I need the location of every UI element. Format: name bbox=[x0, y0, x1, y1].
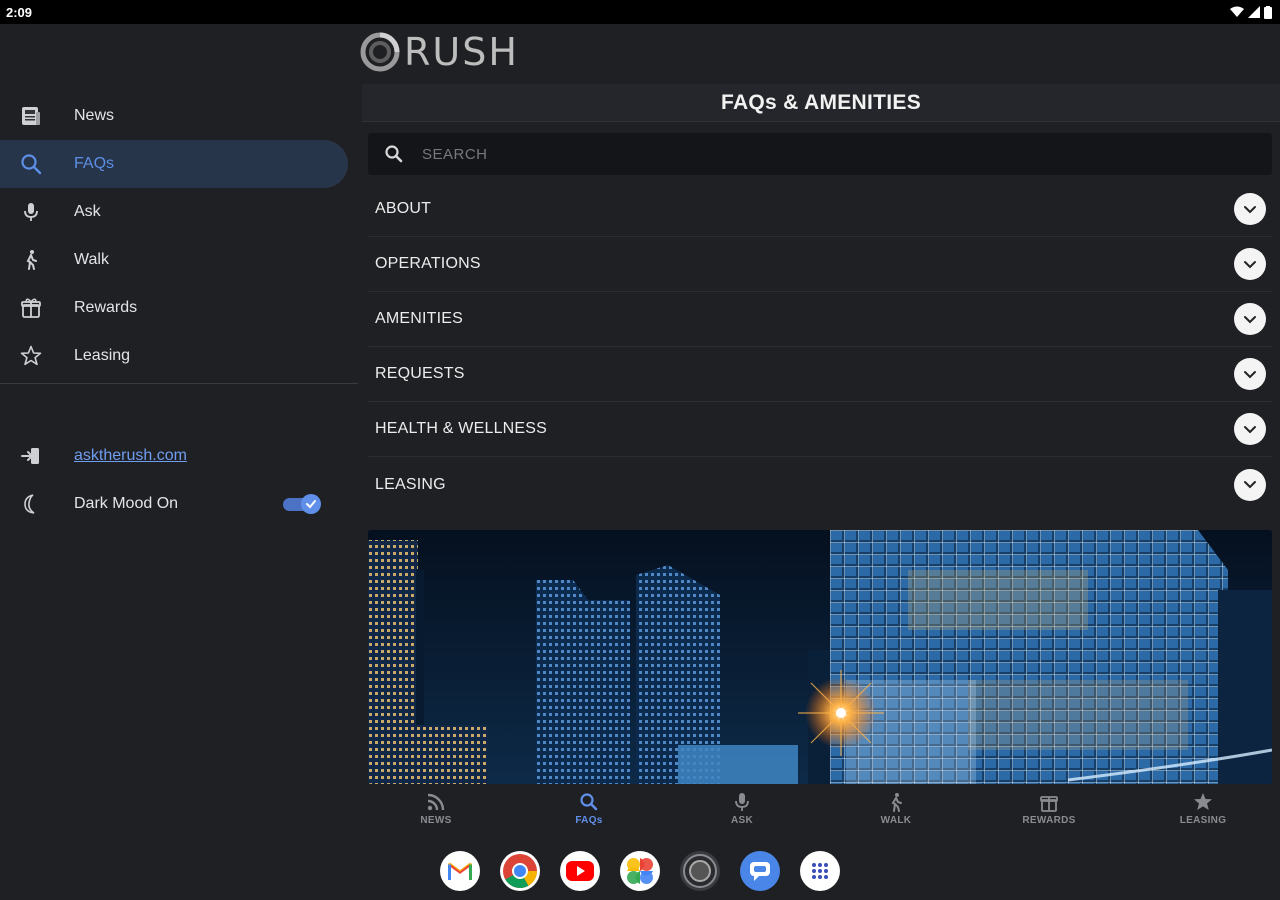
faq-section-label: LEASING bbox=[375, 475, 446, 493]
website-link[interactable]: asktherush.com bbox=[74, 447, 187, 465]
faq-section-label: AMENITIES bbox=[375, 310, 464, 327]
drawer-website-link[interactable]: asktherush.com bbox=[0, 432, 348, 480]
faq-section-leasing[interactable]: LEASING bbox=[368, 457, 1272, 512]
bottom-nav-ask[interactable]: ASK bbox=[692, 792, 792, 836]
faq-section-requests[interactable]: REQUESTS bbox=[368, 347, 1272, 402]
bottom-nav-leasing[interactable]: LEASING bbox=[1153, 792, 1253, 836]
microphone-icon bbox=[18, 199, 44, 225]
login-icon bbox=[18, 443, 44, 469]
drawer-item-walk[interactable]: Walk bbox=[0, 236, 348, 284]
app-logo: RUSH bbox=[358, 28, 519, 76]
faq-section-label: REQUESTS bbox=[375, 365, 465, 382]
bottom-nav-label: WALK bbox=[880, 815, 912, 826]
chevron-down-icon[interactable] bbox=[1234, 468, 1266, 501]
bottom-navigation: NEWS FAQs ASK WALK REWARDS LEASING bbox=[358, 784, 1280, 840]
dark-mode-label: Dark Mood On bbox=[74, 495, 179, 512]
bottom-nav-news[interactable]: NEWS bbox=[386, 792, 486, 836]
status-time: 2:09 bbox=[6, 4, 33, 20]
search-input[interactable] bbox=[422, 133, 1242, 175]
toggle-knob bbox=[301, 494, 321, 514]
drawer-item-label: Rewards bbox=[74, 299, 138, 316]
rss-icon bbox=[427, 793, 445, 811]
drawer-dark-mode-row: Dark Mood On bbox=[0, 480, 348, 528]
chevron-down-icon[interactable] bbox=[1234, 358, 1266, 390]
signal-icon bbox=[1248, 6, 1260, 18]
navigation-drawer: News FAQs Ask Walk Rewards Leasing askth… bbox=[0, 24, 358, 840]
chevron-down-icon[interactable] bbox=[1234, 248, 1266, 280]
chevron-down-icon[interactable] bbox=[1234, 303, 1266, 335]
check-icon bbox=[306, 500, 316, 509]
drawer-item-ask[interactable]: Ask bbox=[0, 188, 348, 236]
android-dock bbox=[0, 840, 1280, 900]
camera-icon[interactable] bbox=[680, 851, 720, 891]
moon-icon bbox=[18, 491, 44, 517]
bottom-nav-label: FAQs bbox=[575, 815, 603, 826]
microphone-icon bbox=[735, 793, 749, 811]
gift-icon bbox=[18, 295, 44, 321]
faq-section-label: HEALTH & WELLNESS bbox=[375, 420, 548, 437]
faq-section-operations[interactable]: OPERATIONS bbox=[368, 237, 1272, 292]
app-grid-icon[interactable] bbox=[800, 851, 840, 891]
drawer-item-label: FAQs bbox=[74, 155, 115, 172]
faq-section-amenities[interactable]: AMENITIES bbox=[368, 292, 1272, 347]
search-bar[interactable] bbox=[368, 133, 1272, 175]
drawer-item-rewards[interactable]: Rewards bbox=[0, 284, 348, 332]
logo-ring-icon bbox=[360, 32, 400, 72]
newspaper-icon bbox=[18, 103, 44, 129]
drawer-item-news[interactable]: News bbox=[0, 92, 348, 140]
search-icon bbox=[18, 151, 44, 177]
drawer-item-label: Ask bbox=[74, 203, 101, 220]
gmail-icon[interactable] bbox=[440, 851, 480, 891]
bottom-nav-rewards[interactable]: REWARDS bbox=[999, 792, 1099, 836]
status-bar: 2:09 bbox=[0, 0, 1280, 24]
search-icon bbox=[385, 145, 403, 163]
messages-icon[interactable] bbox=[740, 851, 780, 891]
bottom-nav-label: REWARDS bbox=[1022, 815, 1076, 826]
wifi-icon bbox=[1230, 6, 1244, 17]
dark-mode-toggle[interactable] bbox=[283, 493, 321, 515]
bottom-nav-label: LEASING bbox=[1179, 815, 1227, 826]
drawer-item-label: Leasing bbox=[74, 347, 131, 364]
drawer-item-leasing[interactable]: Leasing bbox=[0, 332, 348, 380]
status-icons bbox=[1230, 5, 1272, 19]
bottom-nav-label: NEWS bbox=[420, 815, 452, 826]
walking-icon bbox=[891, 793, 902, 812]
page-title-bar: FAQs & AMENITIES bbox=[362, 84, 1280, 122]
logo-text: RUSH bbox=[404, 30, 519, 74]
drawer-item-label: Walk bbox=[74, 251, 109, 268]
faq-section-label: OPERATIONS bbox=[375, 255, 481, 272]
skyline-hero-image bbox=[368, 530, 1272, 784]
bottom-nav-walk[interactable]: WALK bbox=[846, 792, 946, 836]
main-content: RUSH FAQs & AMENITIES ABOUT OPERATIONS A… bbox=[358, 24, 1280, 840]
faq-section-about[interactable]: ABOUT bbox=[368, 182, 1272, 237]
faq-section-label: ABOUT bbox=[375, 200, 432, 217]
faq-section-health-wellness[interactable]: HEALTH & WELLNESS bbox=[368, 402, 1272, 457]
battery-icon bbox=[1264, 5, 1272, 19]
gift-icon bbox=[1040, 796, 1058, 812]
bottom-nav-faqs[interactable]: FAQs bbox=[539, 792, 639, 836]
star-icon bbox=[18, 343, 44, 369]
drawer-divider bbox=[0, 383, 358, 384]
chevron-down-icon[interactable] bbox=[1234, 193, 1266, 225]
chevron-down-icon[interactable] bbox=[1234, 413, 1266, 445]
star-icon bbox=[1194, 793, 1212, 810]
search-icon bbox=[580, 793, 598, 811]
drawer-item-faqs[interactable]: FAQs bbox=[0, 140, 348, 188]
walking-icon bbox=[18, 247, 44, 273]
chrome-icon[interactable] bbox=[500, 851, 540, 891]
bottom-nav-label: ASK bbox=[730, 815, 753, 826]
drawer-item-label: News bbox=[74, 107, 115, 124]
youtube-icon[interactable] bbox=[560, 851, 600, 891]
page-title: FAQs & AMENITIES bbox=[720, 90, 922, 114]
photos-icon[interactable] bbox=[620, 851, 660, 891]
